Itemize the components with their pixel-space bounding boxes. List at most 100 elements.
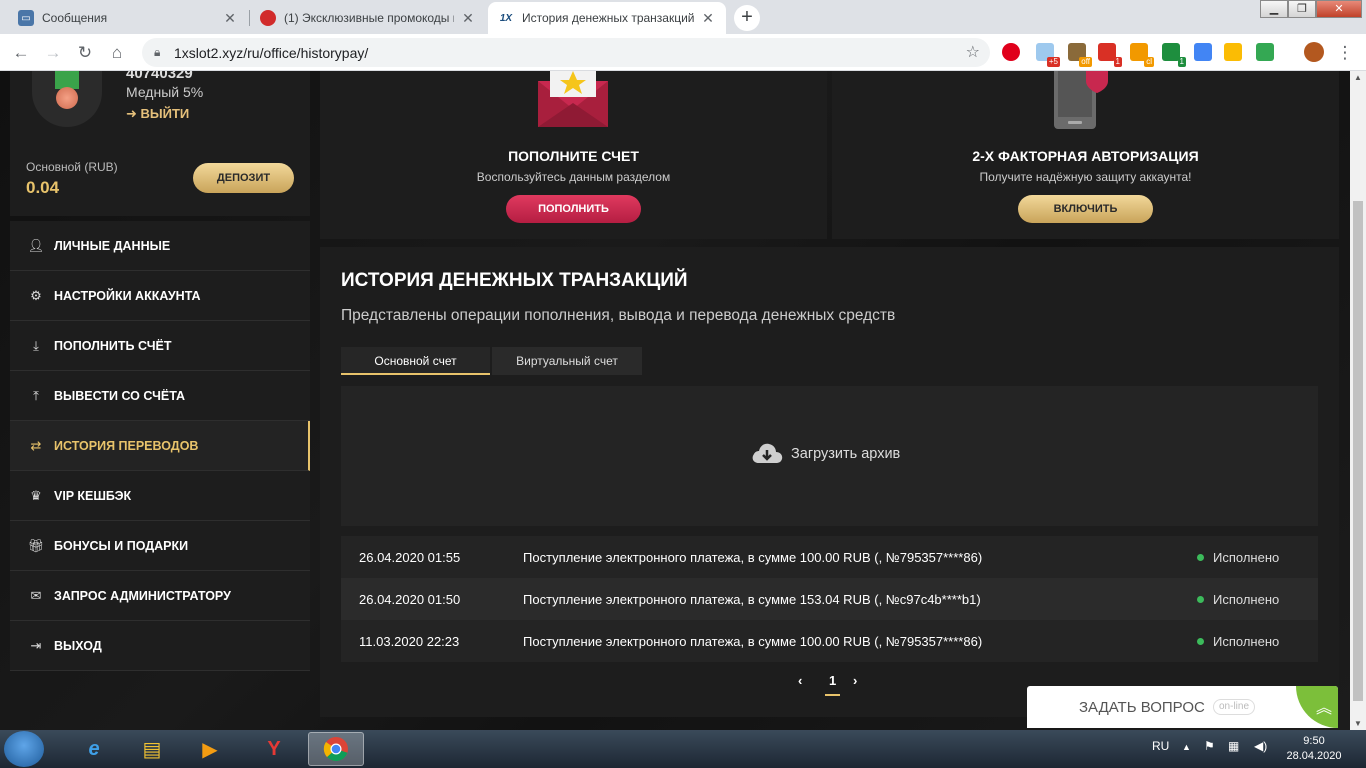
online-badge: on-line — [1213, 699, 1256, 715]
menu-item-bonuses[interactable]: 🎁︎ БОНУСЫ И ПОДАРКИ — [10, 521, 310, 571]
yandex-browser-icon[interactable]: Y — [246, 732, 302, 766]
gift-icon: 🎁︎ — [27, 537, 45, 553]
network-icon[interactable]: ▦ — [1228, 739, 1239, 753]
upload-icon: ⤒ — [33, 387, 39, 403]
ask-question-widget[interactable]: ЗАДАТЬ ВОПРОС on-line ︽ — [1027, 686, 1338, 728]
page-scrollbar[interactable]: ▲ ▼ — [1350, 71, 1366, 730]
transaction-date: 26.04.2020 01:55 — [359, 550, 461, 565]
exit-icon: ➜ — [126, 106, 141, 121]
coupon-extension-icon[interactable]: off — [1068, 43, 1092, 67]
tab-virtual-account[interactable]: Виртуальный счет — [492, 347, 642, 375]
taskbar-clock[interactable]: 9:50 28.04.2020 — [1286, 734, 1342, 764]
transaction-history-panel: ИСТОРИЯ ДЕНЕЖНЫХ ТРАНЗАКЦИЙ Представлены… — [320, 247, 1339, 717]
scroll-down-icon[interactable]: ▼ — [1350, 719, 1366, 728]
browser-tab-history[interactable]: 1X История денежных транзакций ✕ — [488, 2, 726, 34]
menu-item-transfer-history[interactable]: ⇄ ИСТОРИЯ ПЕРЕВОДОВ — [10, 421, 310, 471]
menu-dots-icon[interactable]: ⋮ — [1332, 40, 1358, 66]
language-indicator[interactable]: RU — [1152, 739, 1169, 753]
ruler-extension-icon[interactable] — [1224, 43, 1242, 61]
internet-explorer-icon[interactable]: e — [66, 732, 122, 766]
tab-main-account[interactable]: Основной счет — [341, 347, 490, 375]
envelope-star-icon — [538, 71, 608, 127]
forward-arrow-icon[interactable]: → — [40, 40, 66, 66]
browser-tab-messages[interactable]: ▭ Сообщения ✕ — [8, 2, 248, 34]
menu-item-personal-data[interactable]: 👤︎ ЛИЧНЫЕ ДАННЫЕ — [10, 221, 310, 271]
status-badge: Исполнено — [1213, 592, 1280, 607]
file-explorer-icon[interactable]: ▤ — [124, 732, 180, 766]
transaction-date: 26.04.2020 01:50 — [359, 592, 461, 607]
lifebuoy-icon — [260, 10, 276, 26]
user-id: 40740329 — [126, 71, 193, 82]
windows-taskbar: e ▤ ▶ Y RU ▲ ⚑ ▦ ◀) 9:50 28.04.2020 — [0, 730, 1366, 768]
transaction-description: Поступление электронного платежа, в сумм… — [523, 592, 981, 607]
topup-button[interactable]: ПОПОЛНИТЬ — [506, 195, 641, 223]
medal-icon — [32, 71, 102, 127]
minimize-icon[interactable]: ▁ — [1260, 0, 1288, 18]
menu-item-vip-cashback[interactable]: ♛ VIP КЕШБЭК — [10, 471, 310, 521]
volume-icon[interactable]: ◀) — [1254, 739, 1267, 753]
table-row: 26.04.2020 01:55 Поступление электронног… — [341, 536, 1318, 578]
check-extension-icon[interactable]: 1 — [1162, 43, 1186, 67]
download-icon: ⤓ — [33, 337, 39, 353]
logout-link[interactable]: ➜ ВЫЙТИ — [126, 106, 189, 122]
two-factor-card-title: 2-Х ФАКТОРНАЯ АВТОРИЗАЦИЯ — [972, 148, 1199, 164]
pagination-prev-icon[interactable]: ‹ — [798, 673, 802, 688]
cloud-extension-icon[interactable]: +5 — [1036, 43, 1060, 67]
deposit-button[interactable]: ДЕПОЗИТ — [193, 163, 294, 193]
menu-item-admin-request[interactable]: ✉ ЗАПРОС АДМИНИСТРАТОРУ — [10, 571, 310, 621]
pagination-page-current[interactable]: 1 — [825, 673, 841, 696]
two-factor-card: 2-Х ФАКТОРНАЯ АВТОРИЗАЦИЯ Получите надёж… — [832, 71, 1339, 239]
home-extension-icon[interactable] — [1256, 43, 1274, 61]
mail-extension-icon[interactable]: 1 — [1098, 43, 1122, 67]
opera-vpn-extension-icon[interactable] — [1002, 43, 1020, 61]
close-icon[interactable]: ✕ — [700, 10, 716, 27]
media-player-icon[interactable]: ▶ — [182, 732, 238, 766]
menu-item-deposit[interactable]: ⤓ ПОПОЛНИТЬ СЧЁТ — [10, 321, 310, 371]
tab-title: (1) Эксклюзивные промокоды на — [284, 11, 454, 25]
envelope-icon: ✉ — [30, 587, 42, 603]
chrome-icon[interactable] — [308, 732, 364, 766]
transaction-description: Поступление электронного платежа, в сумм… — [523, 634, 983, 649]
lock-icon: 🔒︎ — [154, 45, 161, 59]
profile-avatar[interactable] — [1304, 42, 1324, 62]
tray-expand-icon[interactable]: ▲ — [1182, 742, 1191, 752]
table-row: 11.03.2020 22:23 Поступление электронног… — [341, 620, 1318, 662]
topup-card-subtitle: Воспользуйтесь данным разделом — [476, 170, 671, 184]
user-plus-icon: 👤︎ — [27, 237, 45, 253]
menu-item-withdraw[interactable]: ⤒ ВЫВЕСТИ СО СЧЁТА — [10, 371, 310, 421]
topup-card: ПОПОЛНИТЕ СЧЕТ Воспользуйтесь данным раз… — [320, 71, 827, 239]
expand-chevrons-icon[interactable]: ︽ — [1296, 686, 1338, 728]
bookmark-star-icon[interactable]: ☆ — [966, 42, 980, 62]
cashback-extension-icon[interactable]: cl — [1130, 43, 1154, 67]
close-window-icon[interactable]: ✕ — [1316, 0, 1362, 18]
pagination-next-icon[interactable]: › — [853, 673, 857, 688]
download-archive-button[interactable]: Загрузить архив — [341, 386, 1318, 526]
url-text[interactable]: 1xslot2.xyz/ru/office/historypay/ — [174, 45, 368, 61]
exit-icon: ⇥ — [30, 637, 42, 653]
scrollbar-thumb[interactable] — [1353, 201, 1363, 701]
scroll-up-icon[interactable]: ▲ — [1350, 73, 1366, 82]
two-factor-card-subtitle: Получите надёжную защиту аккаунта! — [979, 170, 1192, 184]
maximize-icon[interactable]: ❐ — [1288, 0, 1316, 18]
tab-title: Сообщения — [42, 11, 108, 25]
menu-item-exit[interactable]: ⇥ ВЫХОД — [10, 621, 310, 671]
translate-extension-icon[interactable] — [1194, 43, 1212, 61]
address-bar[interactable]: 🔒︎ 1xslot2.xyz/ru/office/historypay/ ☆ — [142, 38, 990, 67]
browser-tabbar: ▭ Сообщения ✕ (1) Эксклюзивные промокоды… — [0, 0, 1366, 34]
menu-item-account-settings[interactable]: ⚙ НАСТРОЙКИ АККАУНТА — [10, 271, 310, 321]
download-archive-label: Загрузить архив — [791, 446, 901, 462]
new-tab-button[interactable]: + — [734, 5, 760, 31]
transfer-icon: ⇄ — [30, 437, 42, 453]
close-icon[interactable]: ✕ — [460, 10, 476, 27]
windows-start-button[interactable] — [4, 731, 44, 767]
page-title: ИСТОРИЯ ДЕНЕЖНЫХ ТРАНЗАКЦИЙ — [341, 270, 688, 291]
home-icon[interactable]: ⌂ — [104, 40, 130, 66]
close-icon[interactable]: ✕ — [222, 10, 238, 27]
browser-tab-promocodes[interactable]: (1) Эксклюзивные промокоды на ✕ — [250, 2, 486, 34]
reload-icon[interactable]: ↻ — [72, 40, 98, 66]
page-subtitle: Представлены операции пополнения, вывода… — [341, 307, 896, 324]
enable-2fa-button[interactable]: ВКЛЮЧИТЬ — [1018, 195, 1153, 223]
back-arrow-icon[interactable]: ← — [8, 40, 34, 66]
status-dot-icon — [1197, 638, 1204, 645]
action-center-flag-icon[interactable]: ⚑ — [1204, 739, 1215, 753]
